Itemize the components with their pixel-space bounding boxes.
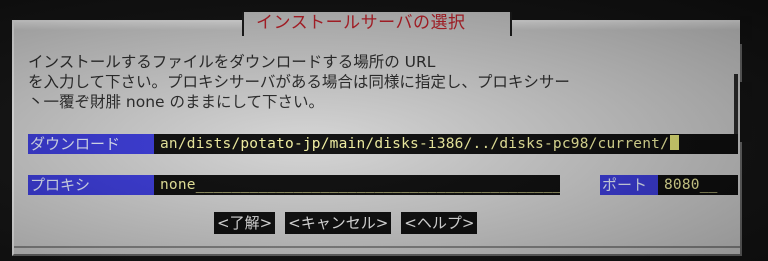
port-label: ポート — [600, 175, 658, 195]
ok-button[interactable]: <了解> — [214, 212, 276, 234]
proxy-input[interactable]: none____________________________________… — [154, 175, 560, 195]
message-line: インストールするファイルをダウンロードする場所の URL — [28, 53, 436, 71]
download-row: ダウンロード an/dists/potato-jp/main/disks-i38… — [28, 134, 738, 154]
port-input[interactable]: 8080__ — [658, 175, 738, 195]
help-button[interactable]: <ヘルプ> — [401, 212, 478, 234]
terminal-screen: インストールサーバの選択 インストールするファイルをダウンロードする場所の UR… — [0, 0, 768, 261]
message-line: を入力して下さい。プロキシサーバがある場合は同様に指定し、プロキシサー — [28, 73, 570, 91]
text-cursor — [670, 135, 679, 150]
proxy-label: プロキシ — [28, 175, 154, 195]
cancel-button[interactable]: <キャンセル> — [285, 212, 392, 234]
download-url-value: an/dists/potato-jp/main/disks-i386/../di… — [160, 136, 669, 152]
dialog-title-box: インストールサーバの選択 — [242, 12, 512, 36]
download-label: ダウンロード — [28, 134, 154, 154]
dialog-bottom-line — [14, 246, 740, 248]
frame-edge-right — [740, 82, 752, 142]
dialog-message: インストールするファイルをダウンロードする場所の URL を入力して下さい。プロキ… — [28, 52, 570, 112]
proxy-row: プロキシ none_______________________________… — [28, 175, 738, 195]
download-url-input[interactable]: an/dists/potato-jp/main/disks-i386/../di… — [154, 134, 738, 154]
frame-edge-top — [740, 16, 752, 44]
dialog-buttons: <了解> <キャンセル> <ヘルプ> — [214, 212, 478, 234]
install-server-dialog: インストールサーバの選択 インストールするファイルをダウンロードする場所の UR… — [12, 12, 752, 256]
message-line: 丶一覆ぞ財腓 none のままにして下さい。 — [28, 93, 325, 111]
dialog-title: インストールサーバの選択 — [256, 13, 466, 33]
